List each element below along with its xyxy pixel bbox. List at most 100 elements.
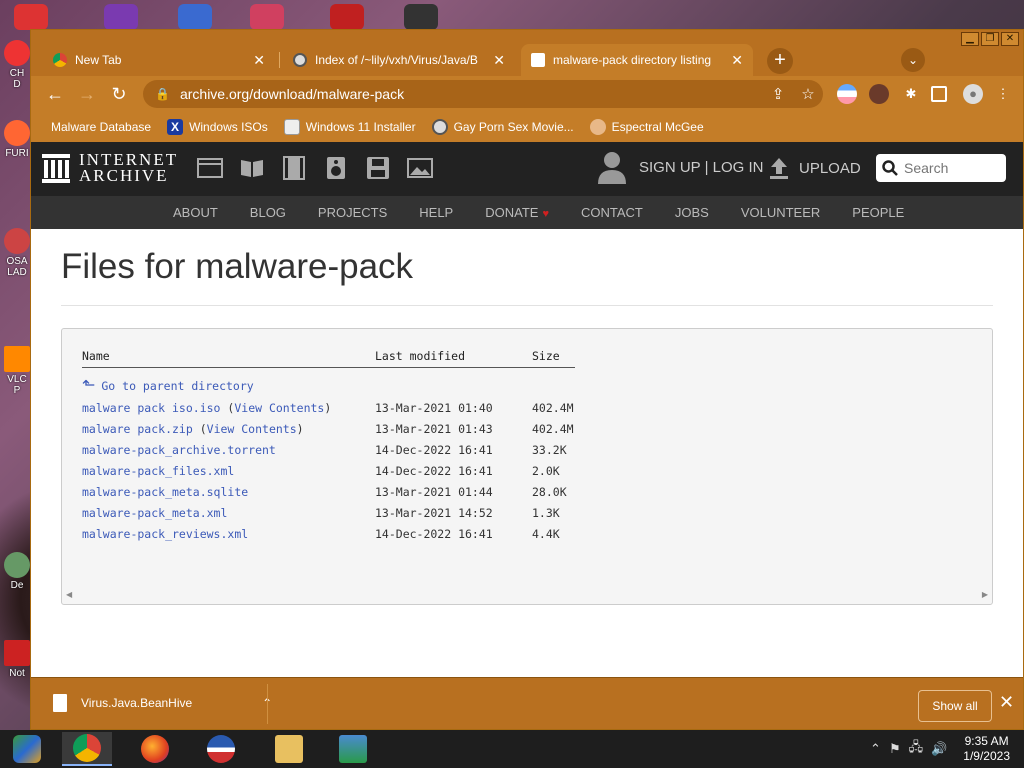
desktop-chrome-icon[interactable] [14,4,48,30]
taskbar-network-app[interactable] [328,732,378,766]
forward-button[interactable]: → [75,82,99,106]
taskbar-file-explorer[interactable] [264,732,314,766]
tab-search-button[interactable]: ⌄ [901,48,925,72]
reload-button[interactable]: ↻ [107,82,131,106]
file-link[interactable]: malware pack iso.iso [82,401,220,415]
bookmark-star-icon[interactable]: ☆ [793,85,823,103]
new-tab-button[interactable]: + [767,48,793,74]
file-size: 2.0K [532,464,560,478]
bookmark-malware-database[interactable]: Malware Database [51,120,151,134]
nav-projects[interactable]: PROJECTS [318,205,387,220]
lock-icon[interactable]: 🔒 [155,87,170,101]
file-link[interactable]: malware-pack_files.xml [82,464,234,478]
video-icon[interactable] [281,156,307,180]
share-icon[interactable]: ⇪ [763,85,793,103]
nav-jobs[interactable]: JOBS [675,205,709,220]
desktop-visualstudio-icon[interactable] [104,4,138,30]
download-item[interactable]: Virus.Java.BeanHive ⌃ [53,694,272,712]
desktop-shortcut[interactable]: CH D [2,40,32,90]
tab-new-tab[interactable]: New Tab ✕ [43,44,275,76]
view-contents-link[interactable]: View Contents [234,401,324,415]
show-hidden-icons-icon[interactable]: ⌃ [870,741,881,757]
bookmark-espectral-mcgee[interactable]: Espectral McGee [589,119,704,135]
tab-index-of[interactable]: Index of /~lily/vxh/Virus/Java/B ✕ [283,44,515,76]
scroll-left-arrow-icon[interactable]: ◀ [66,590,72,599]
network-status-icon[interactable]: 🖧 [909,738,924,760]
parent-directory-link[interactable]: ⬑ Go to parent directory [82,368,375,399]
column-size[interactable]: Size [532,349,575,368]
extensions-puzzle-icon[interactable]: ✱ [901,84,921,104]
url-text[interactable]: archive.org/download/malware-pack [180,86,763,102]
close-download-shelf-icon[interactable]: ✕ [999,692,1014,713]
nav-people[interactable]: PEOPLE [852,205,904,220]
browser-toolbar: ← → ↻ 🔒 archive.org/download/malware-pac… [31,76,1023,112]
ia-logo[interactable]: INTERNET ARCHIVE [41,151,178,184]
bookmark-windows-isos[interactable]: X Windows ISOs [167,119,268,135]
extension-flag-icon[interactable] [837,84,857,104]
audio-icon[interactable] [323,156,349,180]
file-link[interactable]: malware-pack_meta.xml [82,506,227,520]
clock[interactable]: 9:35 AM 1/9/2023 [963,734,1010,764]
desktop-shortcut[interactable]: OSA LAD [2,228,32,278]
extension-avatar-icon[interactable] [869,84,889,104]
restore-button[interactable]: ❐ [981,32,999,46]
web-icon[interactable] [197,156,223,180]
file-link[interactable]: malware-pack_meta.sqlite [82,485,248,499]
column-last-modified[interactable]: Last modified [375,349,532,368]
bookmark-gay-porn-sex-movie[interactable]: Gay Porn Sex Movie... [431,119,574,135]
upload-link[interactable]: UPLOAD [769,156,861,180]
file-size: 28.0K [532,485,567,499]
desktop-app-icon[interactable] [250,4,284,30]
signup-login-link[interactable]: SIGN UP | LOG IN [597,150,763,184]
nav-donate[interactable]: DONATE ♥ [485,205,549,220]
file-link[interactable]: malware-pack_reviews.xml [82,527,248,541]
nav-blog[interactable]: BLOG [250,205,286,220]
taskbar-chrome[interactable] [62,732,112,766]
start-button[interactable] [2,732,52,766]
desktop-shortcut[interactable]: De [2,552,32,591]
search-input[interactable] [904,160,1000,176]
desktop-shortcut[interactable]: VLC P [2,346,32,396]
menu-kebab-icon[interactable]: ⋮ [993,84,1013,104]
file-link[interactable]: malware pack.zip [82,422,193,436]
close-window-button[interactable]: ✕ [1001,32,1019,46]
close-tab-icon[interactable]: ✕ [731,52,743,69]
desktop-app-icon[interactable] [404,4,438,30]
file-name-cell: malware-pack_reviews.xml [82,524,375,545]
profile-avatar-icon[interactable]: ● [963,84,983,104]
address-bar[interactable]: 🔒 archive.org/download/malware-pack ⇪ ☆ [143,80,823,108]
nav-contact[interactable]: CONTACT [581,205,643,220]
tab-malware-pack[interactable]: malware-pack directory listing ✕ [521,44,753,76]
images-icon[interactable] [407,156,433,180]
file-link[interactable]: malware-pack_archive.torrent [82,443,276,457]
software-icon[interactable] [365,156,391,180]
show-all-button[interactable]: Show all [918,690,992,722]
close-tab-icon[interactable]: ✕ [253,52,265,69]
nav-help[interactable]: HELP [419,205,453,220]
minimize-button[interactable]: ▁ [961,32,979,46]
desktop-shortcut[interactable]: FURI [2,120,32,159]
table-row: malware-pack_files.xml 14-Dec-2022 16:41… [82,461,575,482]
file-modified: 13-Mar-2021 01:44 [375,485,493,499]
flag-icon[interactable]: ⚑ [889,741,901,757]
ia-search-box[interactable] [876,154,1006,182]
desktop-shortcut[interactable]: Not [2,640,32,679]
view-contents-link[interactable]: View Contents [207,422,297,436]
nav-about[interactable]: ABOUT [173,205,218,220]
side-panel-icon[interactable] [931,86,947,102]
scroll-right-arrow-icon[interactable]: ▶ [982,590,988,599]
bookmark-windows-11-installer[interactable]: Windows 11 Installer [283,119,416,135]
close-tab-icon[interactable]: ✕ [493,52,505,69]
column-name[interactable]: Name [82,349,375,368]
desktop-app-icon[interactable] [330,4,364,30]
upload-icon [770,158,788,179]
volume-icon[interactable]: 🔊 [931,741,947,757]
taskbar-obama-app[interactable] [196,732,246,766]
desktop-app-icon[interactable] [178,4,212,30]
search-icon[interactable] [882,160,898,176]
texts-icon[interactable] [239,156,265,180]
nav-volunteer[interactable]: VOLUNTEER [741,205,820,220]
horizontal-scrollbar[interactable]: ◀ ▶ [62,590,992,604]
taskbar-firefox[interactable] [130,732,180,766]
back-button[interactable]: ← [43,82,67,106]
